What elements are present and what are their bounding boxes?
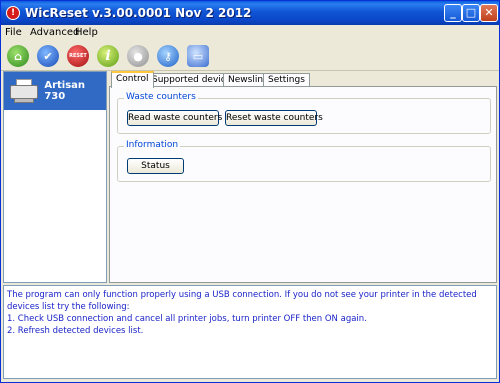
group-title-info: Information	[124, 140, 181, 150]
home-icon[interactable]: ⌂	[7, 45, 29, 67]
title-bar[interactable]: ! WicReset v.3.00.0001 Nov 2 2012 _ □ ✕	[1, 1, 499, 25]
tab-control[interactable]: Control	[111, 71, 154, 88]
message-line-1: The program can only function properly u…	[7, 290, 477, 312]
maximize-button[interactable]: □	[462, 4, 480, 22]
device-list[interactable]: Artisan 730	[3, 71, 107, 283]
printer-icon	[8, 77, 38, 105]
app-window: ! WicReset v.3.00.0001 Nov 2 2012 _ □ ✕ …	[0, 0, 500, 383]
device-label: Artisan 730	[44, 80, 86, 102]
information-group: Information Status	[117, 140, 491, 182]
minimize-button[interactable]: _	[444, 4, 462, 22]
message-line-2: 1. Check USB connection and cancel all p…	[7, 314, 367, 324]
close-button[interactable]: ✕	[480, 4, 498, 22]
toolbar: ⌂ ✔ RESET i ● ⚷ ▭	[1, 41, 499, 71]
waste-counters-group: Waste counters Read waste counters Reset…	[117, 92, 491, 134]
tab-settings[interactable]: Settings	[263, 73, 310, 87]
read-waste-counters-button[interactable]: Read waste counters	[127, 110, 222, 126]
info-icon[interactable]: i	[97, 45, 119, 67]
key-icon[interactable]: ⚷	[157, 45, 179, 67]
reset-icon-label: RESET	[69, 53, 87, 59]
message-area: The program can only function properly u…	[3, 285, 497, 379]
device-item-artisan-730[interactable]: Artisan 730	[4, 72, 106, 110]
menu-help[interactable]: Help	[75, 27, 98, 38]
status-button[interactable]: Status	[127, 158, 184, 174]
tab-panel-control: Waste counters Read waste counters Reset…	[109, 86, 497, 283]
monitor-icon[interactable]: ▭	[187, 45, 209, 67]
menu-advanced[interactable]: Advanced	[30, 27, 79, 38]
window-title: WicReset v.3.00.0001 Nov 2 2012	[25, 6, 252, 20]
check-icon[interactable]: ✔	[37, 45, 59, 67]
disabled-tool-icon[interactable]: ●	[127, 45, 149, 67]
app-logo-icon: !	[6, 6, 20, 20]
tab-strip: Control Supported devices Newsline Setti…	[111, 71, 497, 88]
menu-bar: File Advanced Help	[1, 25, 499, 41]
reset-waste-counters-button[interactable]: Reset waste counters	[225, 110, 323, 126]
message-line-3: 2. Refresh detected devices list.	[7, 326, 144, 336]
menu-file[interactable]: File	[5, 27, 22, 38]
reset-icon[interactable]: RESET	[67, 45, 89, 67]
group-title-waste: Waste counters	[124, 92, 198, 102]
